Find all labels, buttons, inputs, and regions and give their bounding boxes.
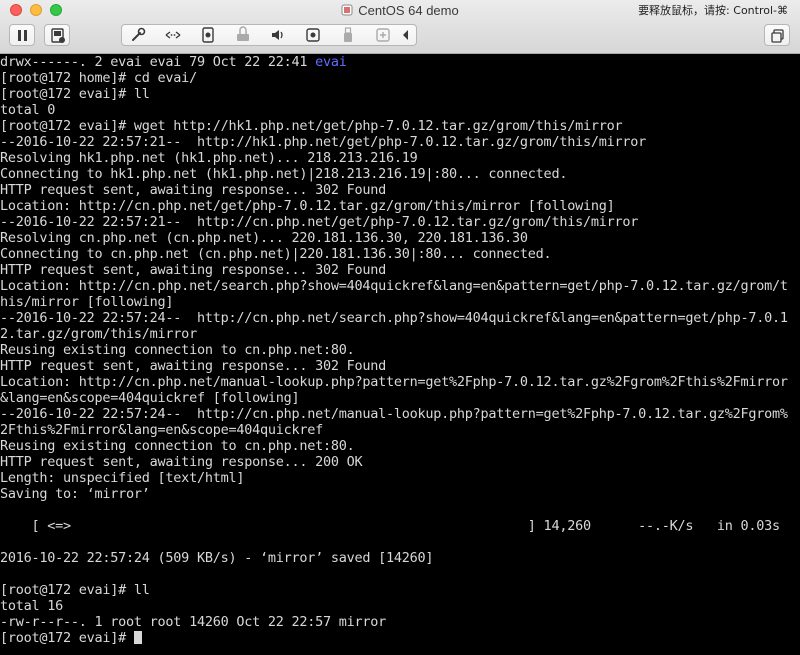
network-arrows-icon[interactable]: [162, 26, 184, 44]
terminal-line: Location: http://cn.php.net/get/php-7.0.…: [0, 198, 615, 214]
terminal-line: [root@172 evai]# wget http://hk1.php.net…: [0, 118, 623, 134]
vm-window: CentOS 64 demo 要释放鼠标，请按: Control-⌘ drwx-…: [0, 0, 800, 655]
fullscreen-button[interactable]: [764, 24, 790, 46]
pause-icon: [18, 30, 27, 41]
snapshot-button[interactable]: [44, 24, 70, 46]
window-title: CentOS 64 demo: [358, 3, 459, 18]
terminal-line: --2016-10-22 22:57:24-- http://cn.php.ne…: [0, 310, 788, 326]
terminal-line: -rw-r--r--. 1 root root 14260 Oct 22 22:…: [0, 614, 387, 630]
terminal-line: total 16: [0, 598, 64, 614]
wrench-icon[interactable]: [127, 26, 149, 44]
terminal-line: total 0: [0, 102, 56, 118]
terminal-line: HTTP request sent, awaiting response... …: [0, 262, 387, 278]
terminal-line: drwx------. 2 evai evai 79 Oct 22 22:41 …: [0, 54, 347, 70]
terminal-line: Reusing existing connection to cn.php.ne…: [0, 438, 355, 454]
device-toolbar-group: [121, 24, 417, 46]
terminal-line: &lang=en&scope=404quickref [following]: [0, 390, 300, 406]
terminal-prompt-line: [root@172 evai]#: [0, 630, 142, 646]
terminal-line: HTTP request sent, awaiting response... …: [0, 454, 363, 470]
snapshot-icon: [51, 28, 65, 43]
terminal-line: --2016-10-22 22:57:24-- http://cn.php.ne…: [0, 406, 788, 422]
terminal-line: --2016-10-22 22:57:21-- http://hk1.php.n…: [0, 134, 646, 150]
terminal-line: 2016-10-22 22:57:24 (509 KB/s) - ‘mirror…: [0, 550, 434, 566]
terminal-line: Saving to: ‘mirror’: [0, 486, 150, 502]
terminal-line: his/mirror [following]: [0, 294, 174, 310]
terminal-line: [root@172 evai]# ll: [0, 86, 150, 102]
release-mouse-hint: 要释放鼠标，请按: Control-⌘: [638, 4, 788, 17]
printer-icon[interactable]: [232, 26, 254, 44]
terminal-line: Location: http://cn.php.net/search.php?s…: [0, 278, 788, 294]
disk-icon[interactable]: [197, 26, 219, 44]
vm-app-icon: [341, 4, 353, 16]
directory-name: evai: [315, 54, 347, 70]
terminal-line: --2016-10-22 22:57:21-- http://cn.php.ne…: [0, 214, 639, 230]
terminal-line: 2.tar.gz/grom/this/mirror: [0, 326, 197, 342]
usb-icon[interactable]: [337, 26, 359, 44]
camera-icon[interactable]: [302, 26, 324, 44]
terminal-line: [root@172 home]# cd evai/: [0, 70, 197, 86]
terminal-line: 2Fthis%2Fmirror&lang=en&scope=404quickre…: [0, 422, 323, 438]
terminal-line: HTTP request sent, awaiting response... …: [0, 358, 387, 374]
title-bar: CentOS 64 demo 要释放鼠标，请按: Control-⌘: [0, 0, 800, 54]
terminal-line: Connecting to hk1.php.net (hk1.php.net)|…: [0, 166, 568, 182]
shell-prompt: [root@172 evai]#: [0, 630, 134, 646]
terminal-line: Connecting to cn.php.net (cn.php.net)|22…: [0, 246, 552, 262]
text-cursor: [133, 631, 142, 644]
terminal-line: Location: http://cn.php.net/manual-looku…: [0, 374, 788, 390]
pause-button[interactable]: [9, 24, 35, 46]
chevron-left-icon[interactable]: [399, 26, 413, 44]
terminal-line: Resolving hk1.php.net (hk1.php.net)... 2…: [0, 150, 418, 166]
terminal-line: [root@172 evai]# ll: [0, 582, 150, 598]
terminal-screen[interactable]: drwx------. 2 evai evai 79 Oct 22 22:41 …: [0, 54, 800, 655]
terminal-line: [ <=> ] 14,260 --.-K/s in 0.03s: [0, 518, 781, 534]
fullscreen-icon: [771, 29, 784, 43]
speaker-icon[interactable]: [267, 26, 289, 44]
terminal-line-text: drwx------. 2 evai evai 79 Oct 22 22:41: [0, 54, 316, 70]
sharing-icon[interactable]: [372, 26, 394, 44]
terminal-line: Reusing existing connection to cn.php.ne…: [0, 342, 355, 358]
terminal-line: Resolving cn.php.net (cn.php.net)... 220…: [0, 230, 528, 246]
terminal-line: HTTP request sent, awaiting response... …: [0, 182, 387, 198]
terminal-line: Length: unspecified [text/html]: [0, 470, 245, 486]
